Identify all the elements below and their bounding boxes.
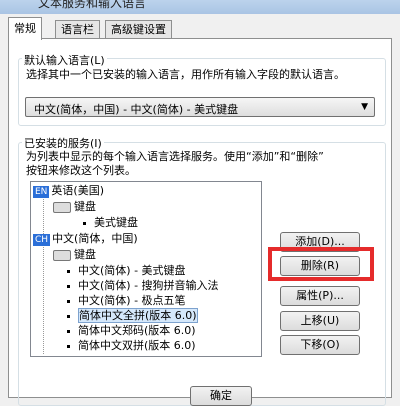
- installed-services-description-2: 按钮来修改这个列表。: [26, 164, 136, 177]
- tree-node-chinese-keyboard-label: 键盘: [74, 248, 96, 261]
- language-badge-en: EN: [33, 186, 50, 198]
- tree-node-english-keyboard-label: 键盘: [74, 200, 96, 213]
- tree-item-label: 简体中文全拼(版本 6.0): [78, 308, 198, 323]
- chevron-down-icon: ▼: [361, 102, 368, 112]
- move-up-button[interactable]: 上移(U): [280, 311, 360, 331]
- tab-advanced-key-settings[interactable]: 高级键设置: [105, 20, 172, 39]
- default-language-select[interactable]: 中文(简体，中国) - 中文(简体) - 美式键盘 ▼: [25, 97, 375, 117]
- tree-item-label: 中文(简体) - 极点五笔: [78, 294, 186, 307]
- tree-item-label: 简体中文双拼(版本 6.0): [78, 339, 196, 352]
- title-bar: 文本服务和输入语言: [0, 0, 400, 14]
- bullet-icon: [67, 314, 70, 318]
- default-language-description: 选择其中一个已安装的输入语言，用作所有输入字段的默认语言。: [26, 68, 345, 81]
- tree-node-english-us-keyboard-label: 美式键盘: [94, 216, 138, 229]
- tree-item[interactable]: 简体中文郑码(版本 6.0): [67, 324, 196, 338]
- tree-node-english-label: 英语(美国): [51, 184, 105, 197]
- window-title: 文本服务和输入语言: [38, 0, 147, 10]
- tree-node-english-keyboard[interactable]: 键盘: [53, 200, 96, 214]
- tree-item[interactable]: 中文(简体) - 极点五笔: [67, 294, 186, 308]
- bullet-icon: [67, 269, 70, 273]
- tree-node-english-us-keyboard[interactable]: 美式键盘: [83, 216, 138, 230]
- tree-item-label: 中文(简体) - 搜狗拼音输入法: [78, 279, 219, 292]
- keyboard-icon: [53, 201, 71, 213]
- bullet-icon: [67, 284, 70, 288]
- tree-node-chinese[interactable]: CH 中文(简体，中国): [33, 232, 138, 246]
- bullet-icon: [83, 221, 86, 225]
- tree-item[interactable]: 中文(简体) - 美式键盘: [67, 264, 186, 278]
- move-down-button[interactable]: 下移(O): [280, 335, 360, 355]
- bullet-icon: [67, 299, 70, 303]
- tab-general[interactable]: 常规: [8, 17, 42, 40]
- tree-item-label: 简体中文郑码(版本 6.0): [78, 324, 196, 337]
- tab-language-bar[interactable]: 语言栏: [55, 20, 100, 39]
- default-language-value: 中文(简体，中国) - 中文(简体) - 美式键盘: [34, 103, 239, 116]
- language-badge-ch: CH: [33, 234, 51, 246]
- tree-node-chinese-keyboard[interactable]: 键盘: [53, 248, 96, 262]
- tree-node-english[interactable]: EN 英语(美国): [33, 184, 104, 198]
- tree-item-label: 中文(简体) - 美式键盘: [78, 264, 186, 277]
- tree-item[interactable]: 中文(简体) - 搜狗拼音输入法: [67, 279, 219, 293]
- remove-button-highlight: [268, 247, 374, 281]
- installed-services-tree[interactable]: EN 英语(美国) 键盘 美式键盘 CH 中文(简体，中国) 键盘 中文(简体) -…: [30, 181, 262, 357]
- properties-button[interactable]: 属性(P)...: [280, 286, 360, 306]
- tree-item[interactable]: 简体中文双拼(版本 6.0): [67, 339, 196, 353]
- bullet-icon: [67, 329, 70, 333]
- ok-button[interactable]: 确定: [190, 386, 252, 406]
- keyboard-icon: [53, 249, 71, 261]
- tree-node-chinese-label: 中文(简体，中国): [52, 232, 138, 245]
- bullet-icon: [67, 344, 70, 348]
- tree-item-selected[interactable]: 简体中文全拼(版本 6.0): [67, 308, 198, 323]
